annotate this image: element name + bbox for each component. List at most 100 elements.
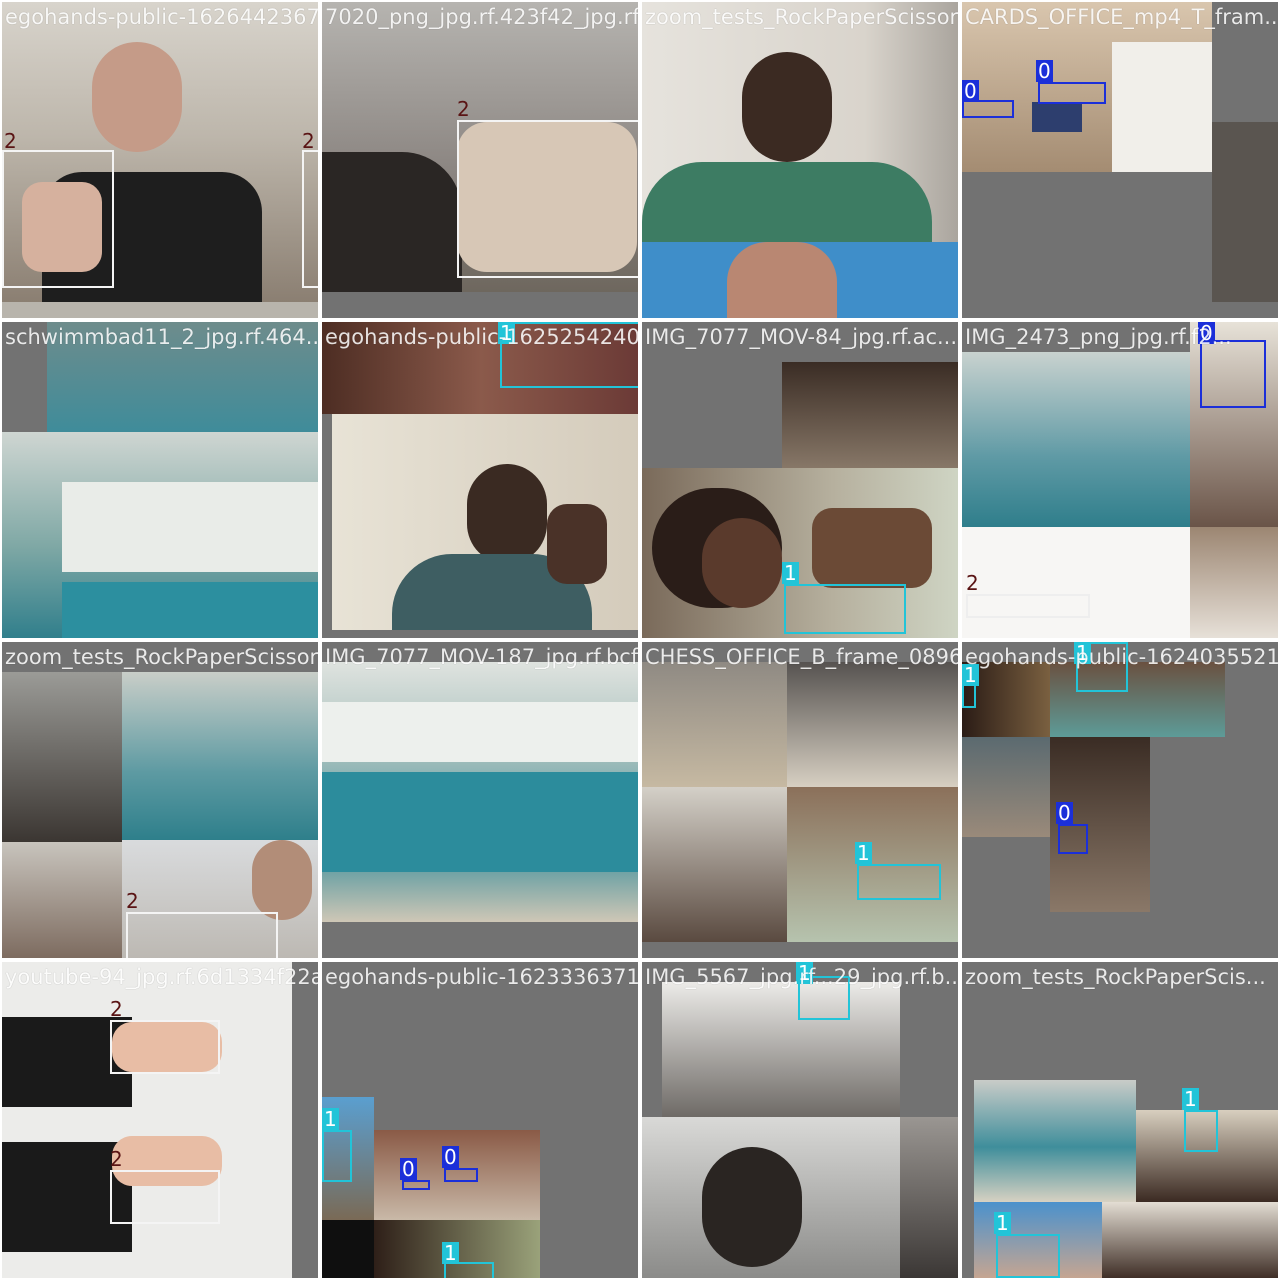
bbox-label: 2 [457, 97, 470, 121]
bbox-label: 2 [966, 571, 979, 595]
bbox [996, 1234, 1060, 1278]
image-caption: zoom_tests_RockPaperScis... [965, 965, 1266, 989]
bbox [302, 150, 318, 288]
photo-dark [322, 1220, 374, 1278]
bbox-label: 1 [322, 1107, 339, 1131]
bbox [322, 1130, 352, 1182]
photo-white [962, 527, 1190, 638]
bbox-label: 1 [1074, 641, 1091, 665]
photo-pool-hall [2, 432, 318, 638]
mosaic-tile: 1 CHESS_OFFICE_B_frame_0896_jpg... [640, 640, 960, 960]
mosaic-tile: zoom_tests_RockPaperScissors_h... [640, 0, 960, 320]
mosaic-tile: 1 egohands-public-1625254240778-... [320, 320, 640, 640]
mosaic-tile: schwimmbad11_2_jpg.rf.464... [0, 320, 320, 640]
bbox-label: 0 [442, 1145, 459, 1169]
photo-woman-portrait [642, 242, 958, 318]
face [702, 1147, 802, 1267]
photo-man-portrait [642, 1117, 900, 1278]
photo-man-thumb [642, 787, 787, 942]
photo-pool [122, 672, 318, 840]
bbox [1038, 82, 1106, 104]
mosaic-tile: 1 0 0 1 egohands-public-1623336371... [320, 960, 640, 1280]
bbox-label: 2 [110, 997, 123, 1021]
photo-man [962, 737, 1050, 837]
bbox-label: 1 [442, 1241, 459, 1265]
photo-chess [787, 662, 958, 787]
hand [547, 504, 607, 584]
mosaic-tile: 0 2 IMG_2473_png_jpg.rf.f2... [960, 320, 1280, 640]
mosaic-tile: 2 2 youtube-94_jpg.rf.6d1334f22ac84599eb… [0, 960, 320, 1280]
face [742, 52, 832, 162]
photo-strip [1212, 122, 1278, 302]
bbox [857, 864, 941, 900]
photo-man-thumb [332, 414, 638, 630]
mosaic-tile: 2 zoom_tests_RockPaperScissors_mohamed..… [0, 640, 320, 960]
mosaic-tile: 2 2 egohands-public-1626442367525-2616_j… [0, 0, 320, 320]
photo-man-dark [2, 672, 122, 842]
windows [62, 482, 318, 572]
photo-chess [642, 662, 787, 787]
face [727, 242, 837, 318]
photo-floor [782, 362, 958, 472]
water [322, 772, 638, 872]
photo-woman-crop [2, 842, 122, 958]
face [702, 518, 782, 608]
bbox-label: 2 [302, 129, 315, 153]
shoulder [322, 152, 462, 292]
mosaic-tile: 1 1 zoom_tests_RockPaperScis... [960, 960, 1280, 1280]
bbox [1200, 340, 1266, 408]
mosaic-tile: 2 7020_png_jpg.rf.423f42_jpg.rf.8a2a... [320, 0, 640, 320]
bbox-label: 1 [796, 961, 813, 985]
photo-strip [2, 302, 318, 318]
bbox-label: 0 [1056, 801, 1073, 825]
bbox-label: 1 [962, 663, 979, 687]
hand [812, 508, 932, 588]
bbox-label: 2 [4, 129, 17, 153]
mosaic-tile: 1 1 0 egohands-public-1624035521... [960, 640, 1280, 960]
bbox [110, 1020, 220, 1074]
bbox [402, 1180, 430, 1190]
photo-man-portrait [642, 2, 958, 242]
photo-pool [962, 352, 1190, 527]
mosaic-tile: IMG_7077_MOV-187_jpg.rf.bcf... [320, 640, 640, 960]
face [92, 42, 182, 152]
bbox [500, 322, 638, 388]
bbox [110, 1170, 220, 1224]
water [62, 582, 318, 638]
face [252, 840, 312, 920]
hoodie [642, 162, 932, 242]
image-caption: zoom_tests_RockPaperScissors_mohamed... [5, 645, 319, 669]
screen [1032, 102, 1082, 132]
bbox-label: 0 [1036, 59, 1053, 83]
photo-pool [974, 1080, 1136, 1202]
bbox [1184, 1110, 1218, 1152]
image-caption: egohands-public-1623336371... [325, 965, 640, 989]
bbox-label: 0 [1198, 321, 1215, 345]
photo-pool [47, 322, 318, 432]
bbox [1058, 824, 1088, 854]
bbox-label: 1 [782, 561, 799, 585]
photo-pool-hall [322, 662, 638, 922]
bbox-label: 1 [855, 841, 872, 865]
bbox-label: 1 [1182, 1087, 1199, 1111]
bbox-label: 1 [994, 1211, 1011, 1235]
photo-man [1102, 1202, 1278, 1278]
person [1112, 42, 1212, 172]
bbox-label: 1 [498, 321, 515, 345]
bbox-label: 2 [126, 889, 139, 913]
photo-strip [900, 1117, 958, 1278]
bbox-label: 2 [110, 1147, 123, 1171]
bbox-label: 0 [962, 79, 979, 103]
bbox [966, 594, 1090, 618]
bbox [457, 120, 638, 278]
mosaic-tile: 1 IMG_7077_MOV-84_jpg.rf.ac... [640, 320, 960, 640]
photo-person [1190, 527, 1278, 638]
mosaic-tile: 1 IMG_5567_jpg.rf...29_jpg.rf.b... [640, 960, 960, 1280]
photo-raised-arm [662, 982, 900, 1117]
bbox-label: 0 [400, 1157, 417, 1181]
mosaic-tile: 0 0 CARDS_OFFICE_mp4_T_fram... [960, 0, 1280, 320]
image-caption: IMG_7077_MOV-84_jpg.rf.ac... [645, 325, 958, 349]
bbox [444, 1168, 478, 1182]
bbox [2, 150, 114, 288]
face [467, 464, 547, 564]
